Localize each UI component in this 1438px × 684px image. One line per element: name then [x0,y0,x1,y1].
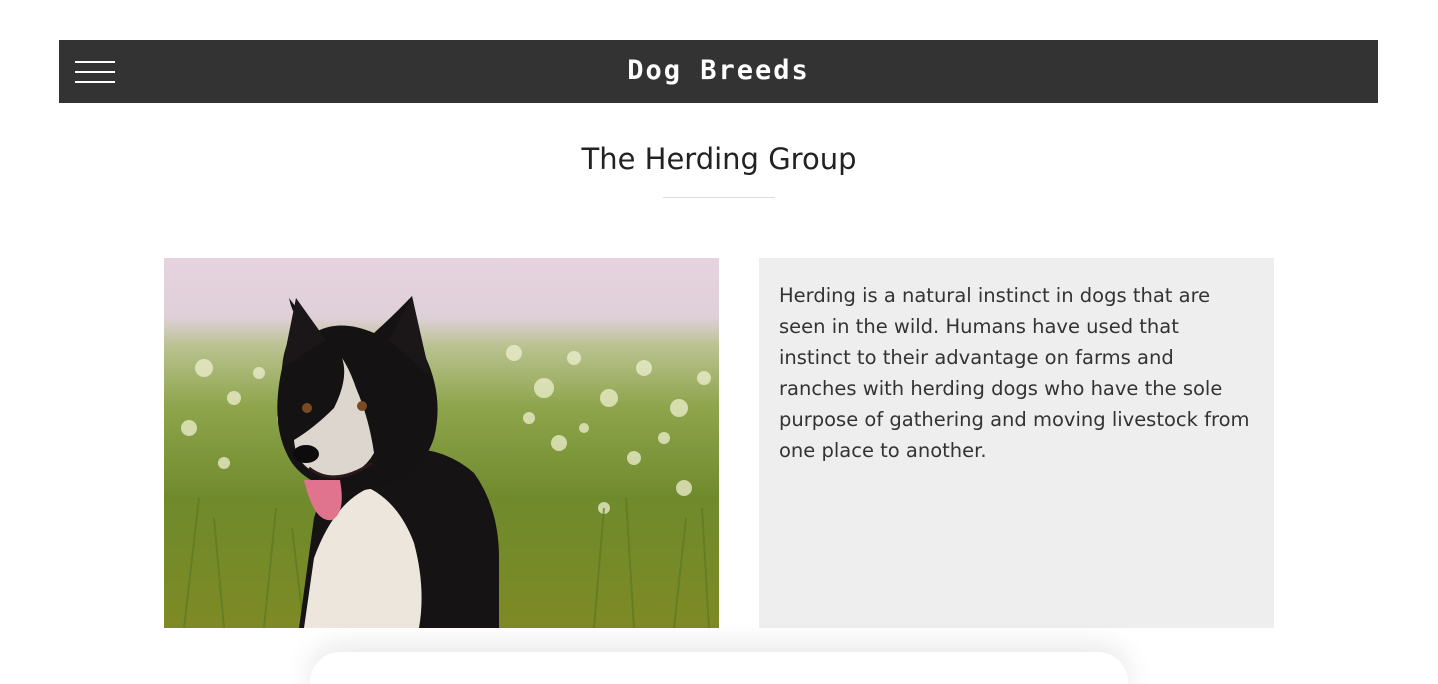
site-title: Dog Breeds [627,55,810,86]
title-divider [663,197,775,198]
section-title: The Herding Group [581,142,857,176]
dog-illustration [181,296,711,628]
herding-description: Herding is a natural instinct in dogs th… [779,284,1250,462]
page: Dog Breeds The Herding Group Herding is … [0,0,1438,684]
herding-description-panel: Herding is a natural instinct in dogs th… [759,258,1274,628]
top-navbar: Dog Breeds [59,40,1378,103]
border-collie-photo [164,258,719,628]
next-card-shadow [310,652,1128,684]
